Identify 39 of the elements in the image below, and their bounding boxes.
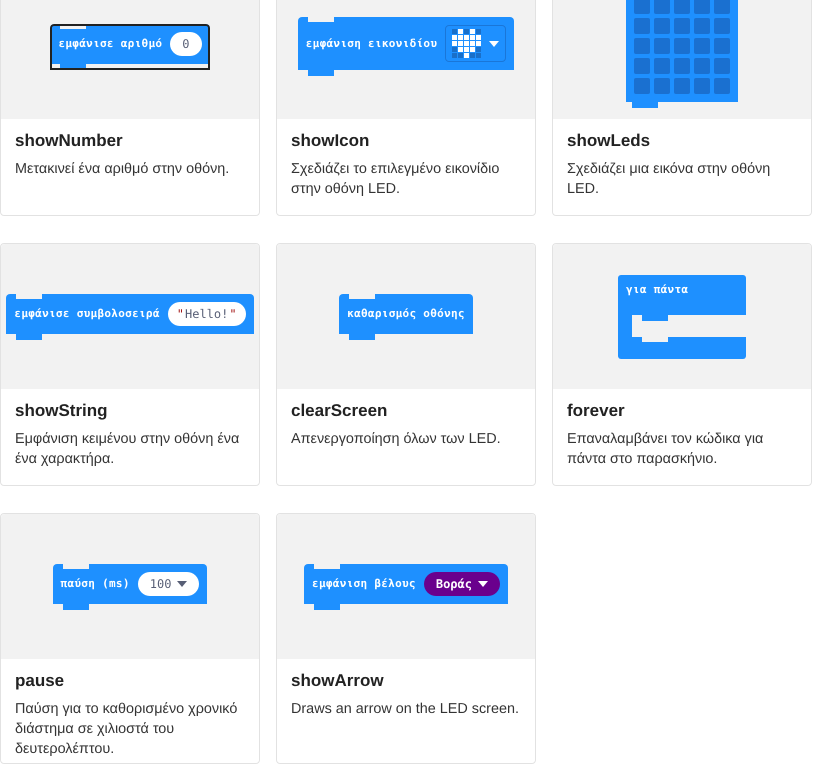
card-description: Απενεργοποίηση όλων των LED. — [291, 430, 502, 449]
code-block[interactable]: καθαρισμός οθόνης — [339, 294, 473, 340]
caret-icon — [489, 40, 500, 46]
code-block[interactable]: παύση (ms) 100 — [52, 564, 208, 610]
block-label: εμφάνισε αριθμό — [58, 37, 162, 50]
caret-icon — [478, 580, 488, 586]
card-title: showArrow — [291, 670, 385, 692]
card-description: Draws an arrow on the LED screen. — [291, 700, 520, 719]
card-description: Μετακινεί ένα αριθμό στην οθόνη. — [15, 160, 230, 179]
code-block[interactable]: εμφάνιση εικονιδίου — [298, 17, 514, 76]
card-title: clearScreen — [291, 400, 388, 422]
icon-dropdown[interactable] — [445, 25, 506, 62]
card-description: Επαναλαμβάνει τον κώδικα για πάντα στο παρασκήνιο. — [567, 430, 764, 469]
block-label: εμφάνιση εικονιδίου — [306, 37, 438, 50]
direction-dropdown[interactable]: Βοράς — [424, 572, 500, 596]
card-title: showLeds — [567, 130, 652, 152]
card-title: showNumber — [15, 130, 124, 152]
card-description: Εμφάνιση κειμένου στην οθόνη ένα ένα χαρακτήρα. — [15, 430, 240, 469]
block-label: εμφάνισε συμβολοσειρά — [14, 307, 160, 320]
card-title: forever — [567, 400, 626, 422]
text-field[interactable]: "Hello!" — [168, 302, 246, 326]
card-description: Σχεδιάζει το επιλεγμένο εικονίδιο στην οθόνη LED. — [291, 160, 500, 199]
caret-icon — [177, 580, 188, 586]
value-dropdown[interactable]: 100 — [138, 572, 200, 596]
card-description: Παύση για το καθορισμένο χρονικό διάστημα σε χιλιοστά του δευτερολέπτου. — [15, 700, 238, 759]
card-title: showString — [15, 400, 109, 422]
card-title: pause — [15, 670, 66, 692]
heart-icon — [452, 29, 482, 58]
block-label: καθαρισμός οθόνης — [347, 307, 465, 320]
block-label: εμφάνιση βέλους — [312, 577, 416, 590]
forever-block[interactable]: για πάντα — [618, 274, 746, 358]
block-label: παύση (ms) — [60, 577, 130, 590]
code-block[interactable]: εμφάνισε αριθμό 0 — [50, 24, 210, 70]
led-grid-block[interactable] — [626, 0, 738, 108]
card-title: showIcon — [291, 130, 370, 152]
number-field[interactable]: 0 — [170, 32, 202, 56]
card-description: Σχεδιάζει μια εικόνα στην οθόνη LED. — [567, 160, 772, 199]
code-block[interactable]: εμφάνισε συμβολοσειρά "Hello!" — [6, 294, 254, 340]
code-block[interactable]: εμφάνιση βέλους Βοράς — [304, 564, 508, 610]
